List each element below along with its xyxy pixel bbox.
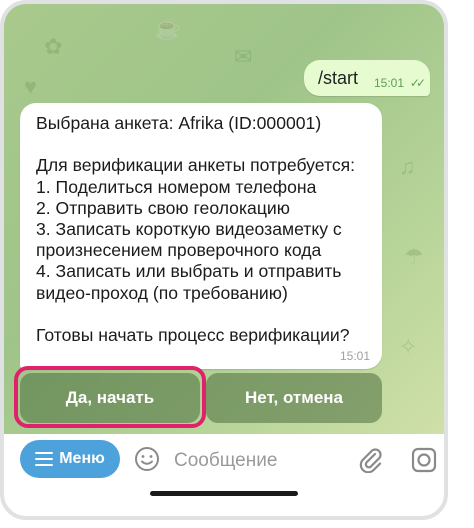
doodle-icon: ♥ [24,74,38,99]
message-time: 15:01 [339,349,370,363]
phone-frame: ✿ ☕ ✉ ♫ ☂ ✧ ♥ /start 15:01 ✓✓ Выбрана ан… [0,0,448,520]
menu-icon [35,452,54,467]
highlight-frame [14,366,206,428]
double-check-icon: ✓✓ [409,76,426,90]
attach-icon[interactable] [356,445,384,473]
message-time: 15:01 [373,76,404,90]
camera-icon[interactable] [410,446,438,474]
menu-button[interactable]: Меню [20,440,120,478]
message-input-bar: Меню [4,434,444,490]
no-cancel-button[interactable]: Нет, отмена [206,373,382,423]
outgoing-message[interactable]: /start 15:01 ✓✓ [304,60,430,96]
incoming-message[interactable]: Выбрана анкета: Afrika (ID:000001) Для в… [20,103,382,369]
menu-label: Меню [59,450,105,467]
doodle-icon: ✉ [234,44,253,69]
chat-background: ✿ ☕ ✉ ♫ ☂ ✧ ♥ /start 15:01 ✓✓ Выбрана ан… [4,4,444,434]
home-indicator [150,491,298,496]
doodle-icon: ☂ [404,244,424,269]
emoji-icon[interactable] [134,446,160,472]
doodle-icon: ♫ [399,154,416,179]
message-input[interactable] [172,446,346,476]
doodle-icon: ☕ [154,16,182,41]
doodle-icon: ✧ [399,334,418,359]
message-text: Выбрана анкета: Afrika (ID:000001) Для в… [36,113,356,346]
doodle-icon: ✿ [44,34,63,59]
message-text: /start [318,68,359,88]
